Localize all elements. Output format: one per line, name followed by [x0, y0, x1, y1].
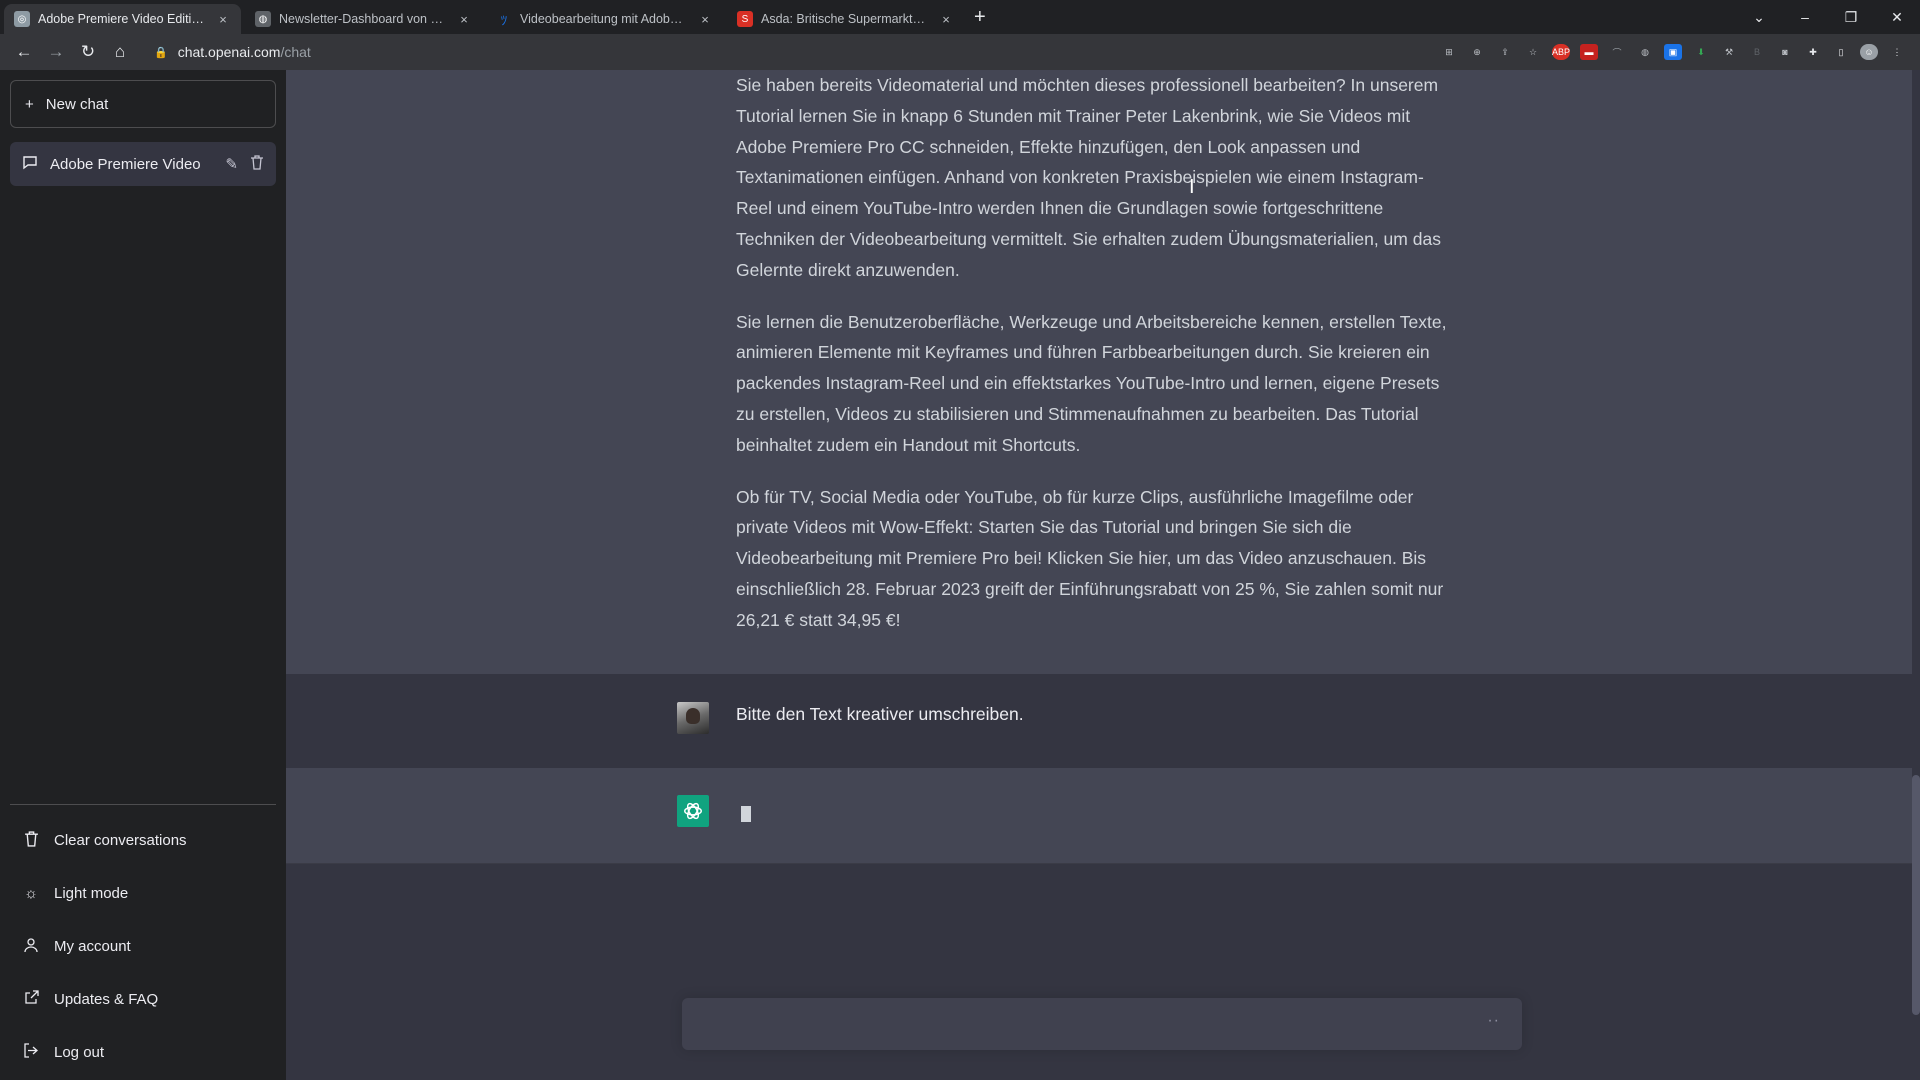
new-tab-button[interactable]: +	[964, 2, 996, 32]
extension-bar: ⊞ ⊕ ⇪ ☆ ABP ▬ ⌒ ◍ ▣ ⬇ ⚒ B ◙ ✚ ▯ ☺ ⋮	[1440, 44, 1906, 60]
user-avatar	[677, 702, 709, 734]
assistant-paragraph: Sie lernen die Benutzeroberfläche, Werkz…	[736, 311, 1447, 455]
globe-favicon-icon: ◍	[255, 11, 271, 27]
edit-pencil-icon[interactable]: ✎	[225, 155, 238, 173]
log-out-button[interactable]: Log out	[10, 1026, 276, 1079]
adblock-icon[interactable]: ABP	[1552, 44, 1570, 60]
assistant-paragraph: Sie haben bereits Videomaterial und möch…	[736, 75, 1441, 280]
menu-label: Log out	[54, 1044, 105, 1061]
window-controls: ⌄ – ❐ ✕	[1736, 0, 1920, 34]
restore-icon[interactable]: ❐	[1828, 0, 1874, 34]
clear-conversations-button[interactable]: Clear conversations	[10, 814, 276, 867]
profile-avatar-icon[interactable]: ☺	[1860, 44, 1878, 60]
new-chat-button[interactable]: + New chat	[10, 80, 276, 128]
sidebar-menu: Clear conversations ☼ Light mode My acco…	[10, 814, 276, 1079]
conversation-title: Adobe Premiere Video	[50, 155, 201, 173]
assistant-message: Sie haben bereits Videomaterial und möch…	[286, 70, 1912, 674]
menu-label: Updates & FAQ	[54, 991, 159, 1008]
trash-icon	[22, 830, 40, 851]
globe-extension-icon[interactable]: ◍	[1636, 44, 1654, 60]
message-input[interactable]	[698, 1012, 1458, 1036]
video2brain-favicon-icon: ﾂ	[500, 12, 508, 28]
loading-dots: ··	[1487, 1012, 1500, 1029]
tab-title: Asda: Britische Supermarktkette	[761, 12, 930, 26]
lock-icon[interactable]: 🔒	[154, 46, 168, 59]
browser-tab-4[interactable]: S Asda: Britische Supermarktkette ×	[727, 4, 964, 34]
browser-tab-1[interactable]: ◎ Adobe Premiere Video Editing. ×	[4, 4, 241, 34]
scrollbar[interactable]	[1912, 70, 1920, 1080]
grey-extension-icon[interactable]: ⌒	[1608, 44, 1626, 60]
blue-extension-icon[interactable]: ▣	[1664, 44, 1682, 60]
openai-favicon-icon: ◎	[14, 11, 30, 27]
tab-search-icon[interactable]: ⌄	[1736, 0, 1782, 34]
menu-label: Light mode	[54, 885, 129, 902]
address-bar[interactable]: 🔒 chat.openai.com/chat	[144, 38, 1440, 66]
user-message-text: Bitte den Text kreativer umschreiben.	[736, 704, 1024, 724]
assistant-message-text: Sie haben bereits Videomaterial und möch…	[736, 70, 1456, 657]
menu-label: Clear conversations	[54, 832, 187, 849]
tab-title: Newsletter-Dashboard von 4eck	[279, 12, 448, 26]
s-favicon-icon: S	[737, 11, 753, 27]
assistant-paragraph: Ob für TV, Social Media oder YouTube, ob…	[736, 486, 1444, 630]
b-extension-icon[interactable]: B	[1748, 44, 1766, 60]
browser-toolbar: ← → ↻ ⌂ 🔒 chat.openai.com/chat ⊞ ⊕ ⇪ ☆ A…	[0, 34, 1920, 70]
sidebar: + New chat Adobe Premiere Video ✎ Clear …	[0, 70, 286, 1080]
scrollbar-thumb[interactable]	[1912, 775, 1920, 1015]
user-icon	[22, 937, 40, 957]
reload-icon[interactable]: ↻	[72, 36, 104, 68]
menu-label: My account	[54, 938, 131, 955]
tab-close-icon[interactable]: ×	[697, 12, 713, 27]
red-extension-icon[interactable]: ▬	[1580, 44, 1598, 60]
plus-icon: +	[25, 95, 34, 113]
delete-trash-icon[interactable]	[250, 154, 264, 174]
message-composer: ··	[682, 998, 1522, 1050]
user-message: Bitte den Text kreativer umschreiben.	[286, 674, 1912, 768]
tool-extension-icon[interactable]: ⚒	[1720, 44, 1738, 60]
assistant-reply	[286, 768, 1912, 864]
side-panel-icon[interactable]: ▯	[1832, 44, 1850, 60]
external-link-icon	[22, 990, 40, 1009]
my-account-button[interactable]: My account	[10, 920, 276, 973]
logout-icon	[22, 1043, 40, 1062]
new-chat-label: New chat	[45, 95, 109, 113]
chat-bubble-icon	[22, 154, 38, 174]
tab-close-icon[interactable]: ×	[215, 12, 231, 27]
bookmark-star-icon[interactable]: ☆	[1524, 44, 1542, 60]
home-icon[interactable]: ⌂	[104, 36, 136, 68]
sidebar-divider	[10, 804, 276, 805]
close-window-icon[interactable]: ✕	[1874, 0, 1920, 34]
url-path: /chat	[280, 44, 311, 60]
typing-cursor	[741, 806, 751, 822]
browser-tab-bar: ◎ Adobe Premiere Video Editing. × ◍ News…	[0, 0, 1920, 34]
minimize-icon[interactable]: –	[1782, 0, 1828, 34]
tab-title: Adobe Premiere Video Editing.	[38, 12, 207, 26]
tab-title: Videobearbeitung mit Adobe Pre	[520, 12, 689, 26]
tab-close-icon[interactable]: ×	[456, 12, 472, 27]
conversation-item[interactable]: Adobe Premiere Video ✎	[10, 142, 276, 186]
menu-kebab-icon[interactable]: ⋮	[1888, 44, 1906, 60]
i-beam-cursor-icon: I	[1189, 176, 1195, 198]
share-icon[interactable]: ⇪	[1496, 44, 1514, 60]
sun-icon: ☼	[24, 885, 38, 902]
translate-icon[interactable]: ⊞	[1440, 44, 1458, 60]
green-download-icon[interactable]: ⬇	[1692, 44, 1710, 60]
puzzle-extensions-icon[interactable]: ✚	[1804, 44, 1822, 60]
chat-main: Sie haben bereits Videomaterial und möch…	[286, 70, 1920, 1080]
tab-close-icon[interactable]: ×	[938, 12, 954, 27]
chatgpt-logo-icon	[677, 795, 709, 827]
zoom-icon[interactable]: ⊕	[1468, 44, 1486, 60]
back-icon[interactable]: ←	[8, 36, 40, 68]
url-host: chat.openai.com	[177, 44, 281, 60]
browser-tab-3[interactable]: ﾂ Videobearbeitung mit Adobe Pre ×	[486, 4, 723, 34]
browser-tab-2[interactable]: ◍ Newsletter-Dashboard von 4eck ×	[245, 4, 482, 34]
updates-faq-link[interactable]: Updates & FAQ	[10, 973, 276, 1026]
light-mode-button[interactable]: ☼ Light mode	[10, 867, 276, 920]
camera-extension-icon[interactable]: ◙	[1776, 44, 1794, 60]
forward-icon[interactable]: →	[40, 36, 72, 68]
